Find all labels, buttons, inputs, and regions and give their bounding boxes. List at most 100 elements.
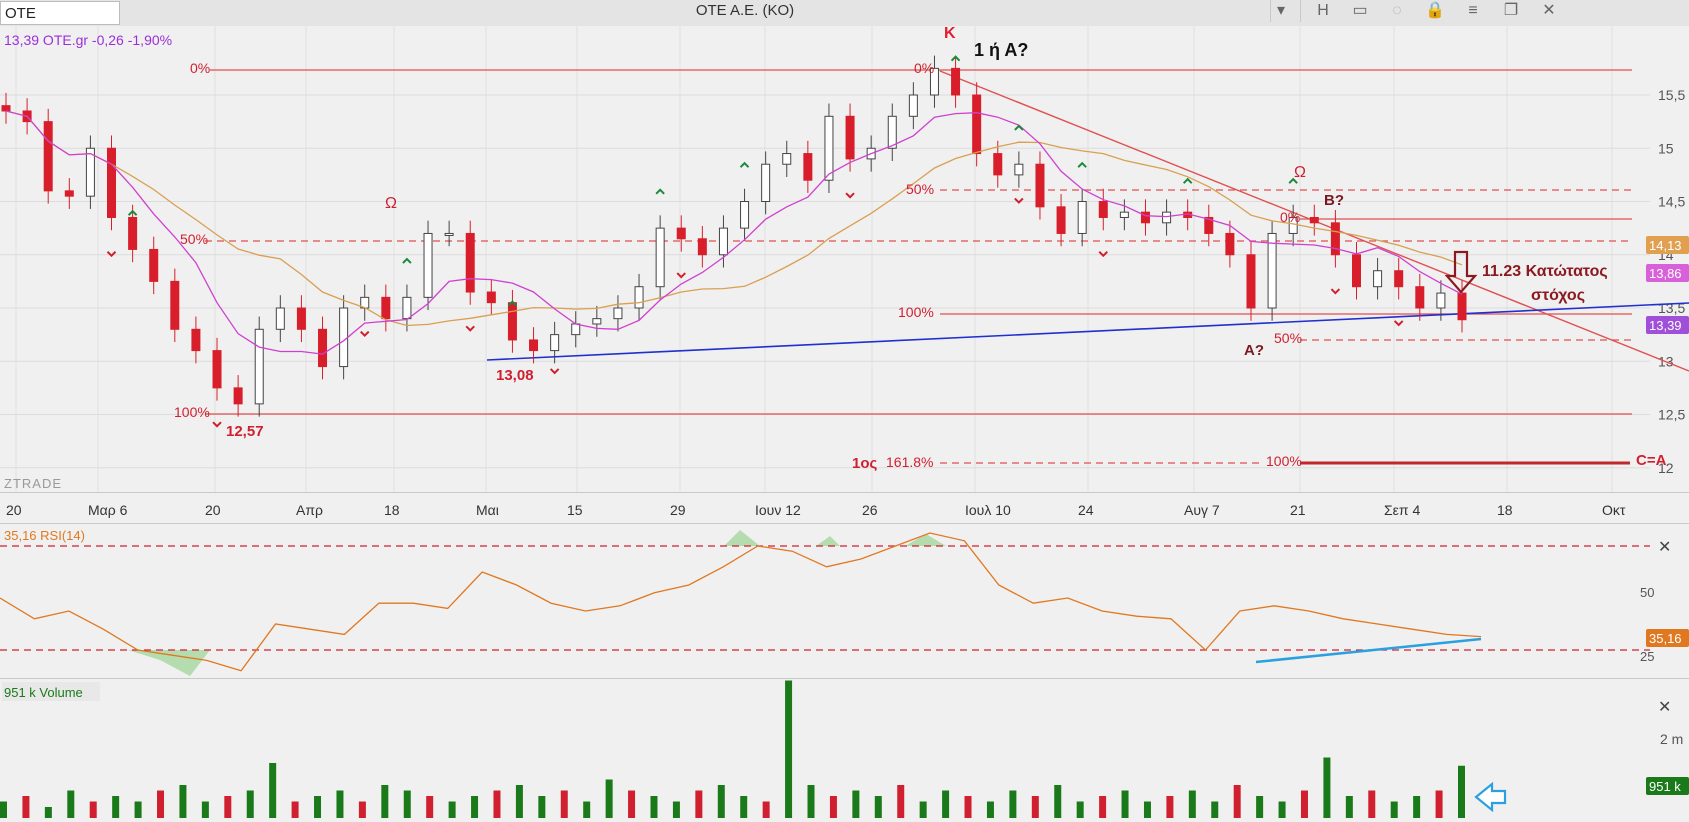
left-arrow-icon (1474, 781, 1507, 813)
candle-bull (1077, 201, 1087, 234)
volume-bar (1435, 790, 1443, 818)
candle-bull (613, 307, 623, 320)
candle-bull (1267, 232, 1277, 309)
candle-bear (803, 153, 813, 181)
volume-bar (1076, 801, 1084, 818)
candle-bull (655, 227, 665, 288)
fib-left-50: 50% (180, 231, 208, 247)
volume-bar (314, 796, 322, 818)
candle-bear (1098, 201, 1108, 218)
volume-bar (1031, 796, 1039, 818)
volume-bar (695, 790, 703, 818)
volume-bar (179, 785, 187, 818)
price-panel-bg (0, 26, 1689, 491)
panel-divider (0, 492, 1689, 493)
chart-canvas[interactable]: 20 Μαρ 6 20 Απρ 18 Μαι 15 29 Ιουν 12 26 Ιουλ 10 24 Α… (0, 0, 1689, 822)
volume-bar (538, 796, 546, 818)
candle-bear (64, 190, 74, 197)
rsi-tick-25: 25 (1640, 649, 1654, 664)
candle-bull (254, 328, 264, 405)
volume-bar (986, 801, 994, 818)
fib-left-100: 100% (174, 404, 210, 420)
fib-1os-label: 1ος (852, 455, 878, 472)
c-equals-a-label: C=A (1636, 452, 1667, 469)
y-tick-label: 12,5 (1658, 407, 1685, 423)
x-tick-label: 15 (567, 502, 583, 518)
target-title: 11.23 Κατώτατος (1482, 263, 1608, 280)
volume-bar (1233, 785, 1241, 818)
volume-bar (1368, 790, 1376, 818)
candle-bear (296, 307, 306, 330)
close-rsi-icon[interactable]: ✕ (1658, 539, 1671, 556)
candle-bull (339, 307, 349, 368)
candle-bear (1225, 232, 1235, 256)
price-header: 13,39 OTE.gr -0,26 -1,90% (4, 32, 172, 48)
volume-bar (807, 785, 815, 818)
wave-label-omega-2: Ω (1294, 164, 1306, 181)
volume-bar (403, 790, 411, 818)
price-badge-label: 13,39 (1649, 318, 1682, 333)
volume-bar (22, 796, 30, 818)
volume-bar (515, 785, 523, 818)
candle-bull (275, 307, 285, 330)
x-tick-label: Μαρ 6 (88, 502, 128, 518)
volume-bar (1054, 785, 1062, 818)
candle-bear (1246, 254, 1256, 309)
candle-bear (845, 115, 855, 160)
candle-bull (1119, 211, 1129, 218)
volume-bar (269, 763, 277, 818)
volume-tick-2m: 2 m (1660, 731, 1683, 747)
watermark: ZTRADE (4, 476, 62, 491)
candle-bear (170, 280, 180, 330)
candle-bear (191, 328, 201, 352)
candle-bear (1394, 270, 1404, 288)
candle-bull (1373, 270, 1383, 288)
rsi-overbought-fill (724, 530, 946, 546)
fib-mid-50: 50% (906, 181, 934, 197)
candle-bull (592, 318, 602, 325)
candle-bear (1415, 286, 1425, 309)
x-tick-label: Μαι (476, 502, 499, 518)
candle-bear (486, 291, 496, 304)
candle-bull (1436, 292, 1446, 309)
volume-bar (291, 801, 299, 818)
volume-bar (1323, 757, 1331, 818)
candle-bull (571, 323, 581, 336)
candle-bear (1, 105, 11, 112)
candle-bear (465, 232, 475, 293)
volume-bar (1345, 796, 1353, 818)
x-tick-label: Σεπ 4 (1384, 502, 1420, 518)
candle-bear (107, 147, 117, 218)
volume-bar (246, 790, 254, 818)
x-tick-label: Ιουν 12 (755, 502, 801, 518)
volume-bar (605, 779, 613, 818)
candle-bear (697, 238, 707, 256)
fib-left-0: 0% (190, 60, 210, 76)
candle-bull (1014, 163, 1024, 176)
fib-right-50: 50% (1274, 330, 1302, 346)
low-label-1: 12,57 (226, 423, 264, 440)
volume-bar (762, 801, 770, 818)
y-tick-label: 15 (1658, 140, 1674, 156)
rsi-oversold-fill (128, 650, 210, 676)
panel-divider (0, 523, 1689, 524)
candle-bull (740, 201, 750, 229)
volume-bar (1390, 801, 1398, 818)
volume-bar (358, 801, 366, 818)
candle-bear (381, 296, 391, 320)
candle-bear (993, 153, 1003, 176)
volume-bar (560, 790, 568, 818)
price-badge-label: 14,13 (1649, 238, 1682, 253)
low-label-2: 13,08 (496, 367, 534, 384)
volume-bar (134, 801, 142, 818)
volume-bar (224, 796, 232, 818)
volume-bar (1413, 796, 1421, 818)
close-volume-icon[interactable]: ✕ (1658, 699, 1671, 716)
candle-bull (887, 115, 897, 149)
x-tick-label: 21 (1290, 502, 1306, 518)
volume-bar (1121, 790, 1129, 818)
volume-bar (583, 801, 591, 818)
x-tick-label: Αυγ 7 (1184, 502, 1220, 518)
candle-bull (423, 232, 433, 298)
candle-bear (212, 350, 222, 389)
